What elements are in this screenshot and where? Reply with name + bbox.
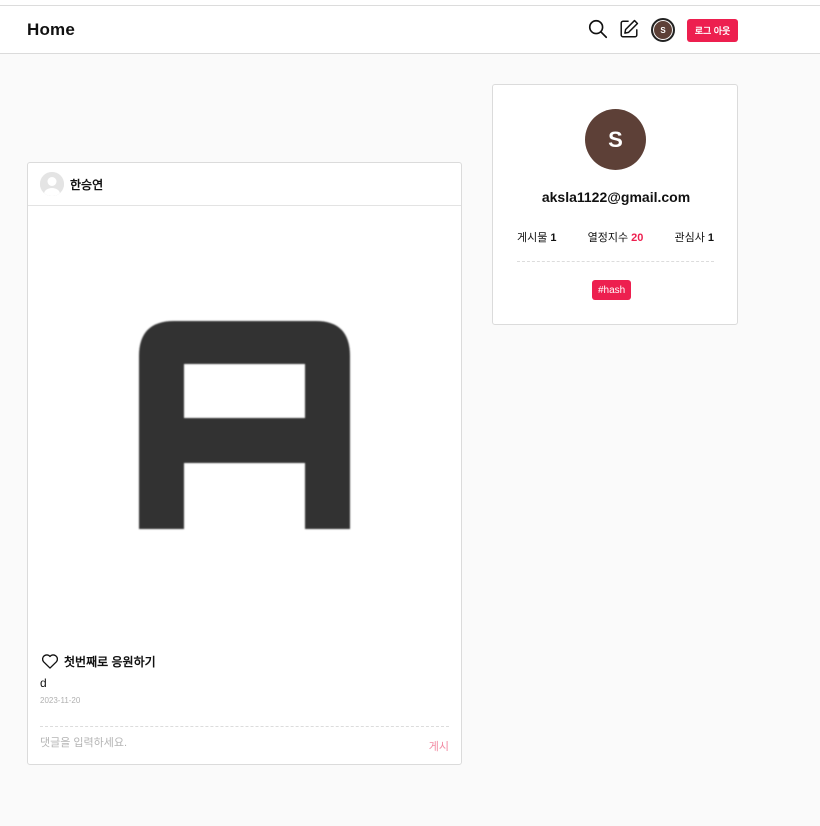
- avatar-letter: S: [660, 25, 666, 35]
- stat-passion: 열정지수 20: [588, 229, 644, 245]
- header: Home S 로그 아웃: [0, 6, 820, 54]
- profile-avatar[interactable]: S: [585, 109, 646, 170]
- stat-label: 열정지수: [587, 232, 629, 244]
- comment-row: 게시: [40, 726, 449, 756]
- stat-label: 관심사: [674, 232, 705, 244]
- profile-avatar-letter: S: [608, 126, 623, 152]
- comment-submit-button[interactable]: 게시: [429, 738, 449, 754]
- edit-icon[interactable]: [618, 18, 640, 40]
- post-caption: d: [40, 676, 47, 690]
- logout-button[interactable]: 로그 아웃: [687, 19, 738, 42]
- post-card: 한승연 첫번째로 응원하기 d 2023-11-20 게시: [27, 162, 462, 765]
- profile-card: S aksla1122@gmail.com 게시물 1 열정지수 20 관심사 1 #…: [492, 84, 738, 325]
- stat-value: 1: [707, 232, 714, 244]
- letter-image: [139, 321, 350, 529]
- stat-label: 게시물: [517, 232, 548, 244]
- like-text: 첫번째로 응원하기: [64, 654, 156, 669]
- post-image: [28, 206, 461, 644]
- stat-value: 1: [550, 232, 557, 244]
- profile-stats: 게시물 1 열정지수 20 관심사 1: [517, 229, 714, 245]
- divider: [517, 261, 714, 262]
- search-icon[interactable]: [587, 18, 609, 40]
- stat-interests: 관심사 1: [674, 229, 714, 245]
- stat-posts: 게시물 1: [517, 229, 557, 245]
- user-avatar[interactable]: S: [651, 18, 675, 42]
- page-title: Home: [27, 20, 76, 39]
- hashtag-badge[interactable]: #hash: [592, 280, 632, 300]
- post-header: 한승연: [28, 163, 461, 206]
- post-date: 2023-11-20: [40, 696, 81, 705]
- profile-email: aksla1122@gmail.com: [541, 189, 691, 205]
- stat-value: 20: [631, 232, 644, 244]
- heart-icon[interactable]: [40, 651, 60, 671]
- comment-input[interactable]: [40, 737, 380, 749]
- author-name[interactable]: 한승연: [70, 176, 103, 193]
- post-actions: 첫번째로 응원하기: [40, 651, 156, 671]
- author-avatar-icon[interactable]: [40, 172, 64, 196]
